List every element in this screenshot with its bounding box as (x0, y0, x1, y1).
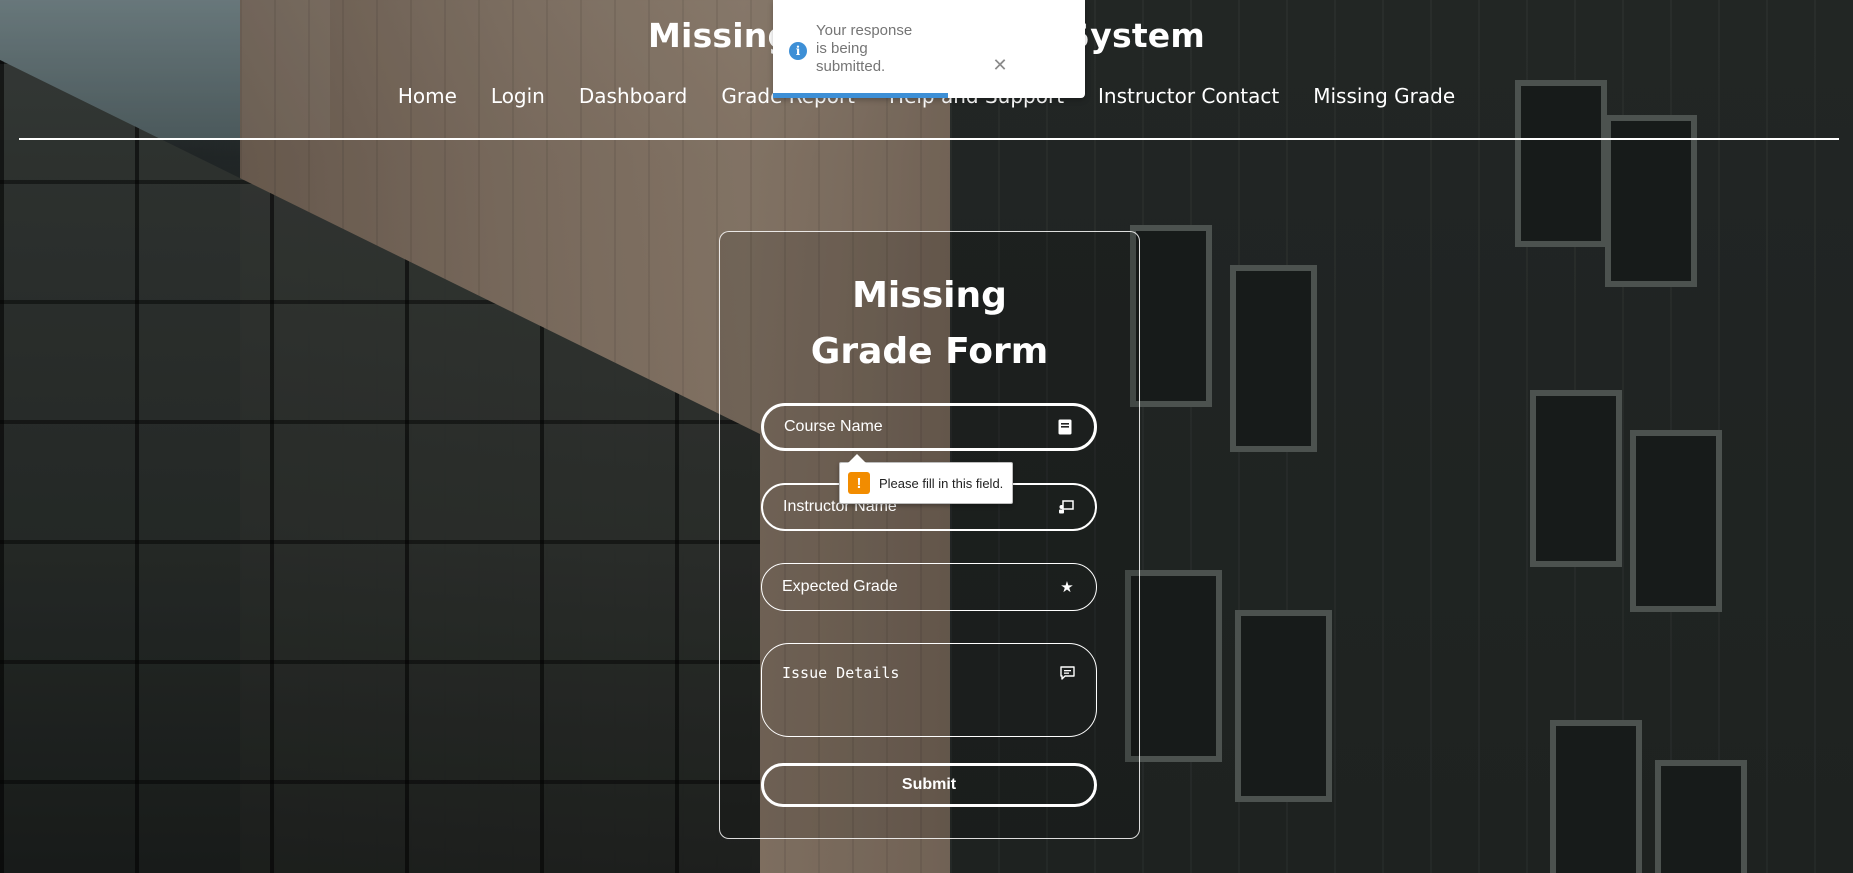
submission-toast: i Your response is being submitted. ✕ (773, 0, 1085, 98)
expected-grade-placeholder: Expected Grade (782, 578, 898, 595)
header-divider (19, 138, 1839, 140)
issue-details-textarea[interactable]: Issue Details (761, 643, 1097, 737)
submit-button[interactable]: Submit (761, 763, 1097, 807)
nav-missing-grade[interactable]: Missing Grade (1313, 84, 1455, 108)
form-title-text: Missing Grade Form (810, 275, 1049, 372)
toast-progress-bar (773, 93, 948, 98)
missing-grade-form: Missing Grade Form Course Name Instructo… (719, 231, 1140, 839)
warning-icon: ! (848, 472, 870, 494)
close-icon[interactable]: ✕ (992, 57, 1008, 75)
book-icon (1056, 418, 1074, 436)
comment-icon (1058, 664, 1076, 682)
instructor-icon (1057, 498, 1075, 516)
course-name-input[interactable]: Course Name (761, 403, 1097, 451)
toast-message: Your response is being submitted. (816, 22, 913, 75)
issue-details-placeholder: Issue Details (782, 664, 900, 682)
info-icon: i (789, 42, 807, 60)
validation-message: Please fill in this field. (879, 475, 1004, 491)
validation-tooltip: ! Please fill in this field. (839, 454, 1014, 504)
form-title: Missing Grade Form (720, 268, 1139, 380)
expected-grade-input[interactable]: Expected Grade ★ (761, 563, 1097, 611)
nav-home[interactable]: Home (398, 84, 457, 108)
course-name-placeholder: Course Name (784, 418, 883, 435)
nav-instructor-contact[interactable]: Instructor Contact (1098, 84, 1279, 108)
nav-login[interactable]: Login (491, 84, 545, 108)
nav-dashboard[interactable]: Dashboard (579, 84, 688, 108)
star-icon: ★ (1060, 578, 1074, 596)
